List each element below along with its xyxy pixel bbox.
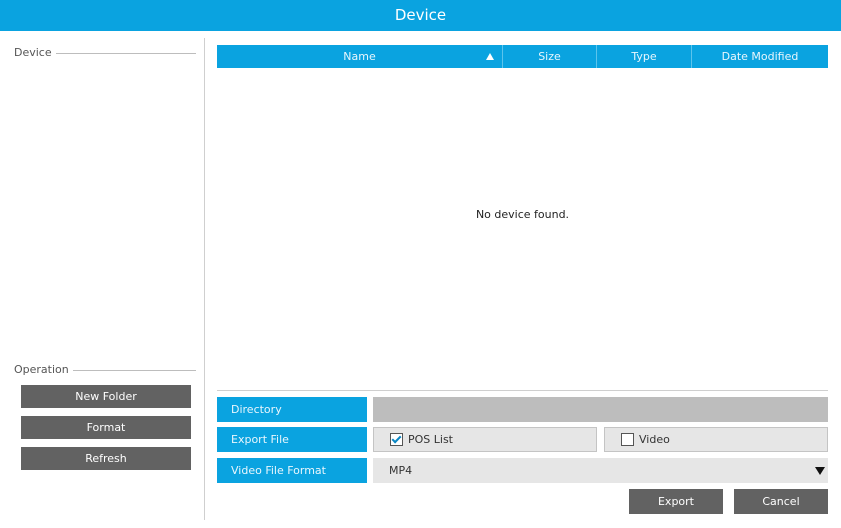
- empty-table-message: No device found.: [475, 208, 570, 221]
- column-header-name-label: Name: [343, 50, 376, 63]
- device-group-divider: [56, 53, 196, 54]
- device-group-label: Device: [14, 46, 55, 59]
- video-file-format-label: Video File Format: [217, 458, 367, 483]
- column-header-name[interactable]: Name: [217, 45, 503, 68]
- format-button[interactable]: Format: [21, 416, 191, 439]
- column-header-date-modified-label: Date Modified: [721, 50, 799, 63]
- video-label: Video: [639, 433, 670, 446]
- refresh-button[interactable]: Refresh: [21, 447, 191, 470]
- column-header-size-label: Size: [538, 50, 561, 63]
- pos-list-label: POS List: [408, 433, 453, 446]
- video-checkbox-icon[interactable]: [621, 433, 634, 446]
- directory-label: Directory: [217, 397, 367, 422]
- export-file-label: Export File: [217, 427, 367, 452]
- export-button[interactable]: Export: [629, 489, 723, 514]
- pos-list-checkbox-icon[interactable]: [390, 433, 403, 446]
- operation-group-divider: [73, 370, 196, 371]
- new-folder-button[interactable]: New Folder: [21, 385, 191, 408]
- sidebar: Device Operation New Folder Format Refre…: [0, 31, 204, 528]
- column-header-size[interactable]: Size: [503, 45, 597, 68]
- directory-field[interactable]: [373, 397, 828, 422]
- window-title: Device: [394, 6, 447, 24]
- horizontal-divider: [217, 390, 828, 391]
- pos-list-option[interactable]: POS List: [373, 427, 597, 452]
- vertical-divider: [204, 38, 205, 520]
- column-header-date-modified[interactable]: Date Modified: [692, 45, 828, 68]
- sort-ascending-icon: [486, 53, 494, 60]
- video-file-format-value: MP4: [389, 464, 413, 477]
- video-file-format-select[interactable]: MP4: [373, 458, 828, 483]
- operation-group-label: Operation: [14, 363, 72, 376]
- column-header-type-label: Type: [631, 50, 657, 63]
- video-option[interactable]: Video: [604, 427, 828, 452]
- cancel-button[interactable]: Cancel: [734, 489, 828, 514]
- window-title-bar: Device: [0, 0, 841, 31]
- dropdown-arrow-icon: [815, 467, 825, 475]
- file-table-header: Name Size Type Date Modified: [217, 45, 828, 68]
- column-header-type[interactable]: Type: [597, 45, 692, 68]
